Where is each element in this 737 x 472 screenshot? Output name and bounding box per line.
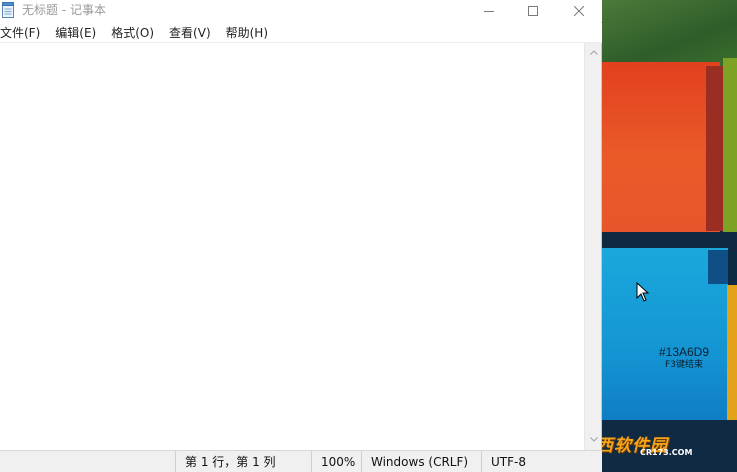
text-editor[interactable]	[0, 43, 584, 450]
minimize-button[interactable]	[466, 0, 512, 22]
color-picker-readout: #13A6D9 F3键结束	[652, 345, 716, 371]
scroll-up-button[interactable]	[585, 45, 602, 59]
notepad-icon	[2, 2, 14, 18]
close-button[interactable]	[556, 0, 602, 22]
status-zoom: 100%	[311, 451, 361, 472]
scroll-down-button[interactable]	[585, 432, 602, 446]
close-icon	[574, 6, 584, 16]
wallpaper-yellow-tile	[723, 58, 737, 233]
title-bar[interactable]: 无标题 - 记事本	[0, 0, 602, 22]
minimize-icon	[484, 11, 494, 12]
maximize-icon	[528, 6, 538, 16]
scroll-up-icon	[589, 49, 598, 55]
wallpaper-blue-side	[708, 250, 728, 284]
status-line-ending: Windows (CRLF)	[361, 451, 481, 472]
menu-file[interactable]: 文件(F)	[0, 23, 40, 42]
scroll-down-icon	[589, 436, 598, 442]
menu-help[interactable]: 帮助(H)	[226, 23, 268, 42]
menu-format[interactable]: 格式(O)	[111, 23, 154, 42]
mouse-cursor-icon	[636, 282, 650, 302]
status-bar: 第 1 行，第 1 列 100% Windows (CRLF) UTF-8	[0, 450, 602, 472]
window-title: 无标题 - 记事本	[22, 3, 106, 17]
notepad-window: 无标题 - 记事本 文件(F) 编辑(E) 格式(O) 查看(V) 帮助(H) …	[0, 0, 602, 472]
status-encoding: UTF-8	[481, 451, 602, 472]
text-editor-area[interactable]	[0, 43, 584, 450]
desktop-wallpaper	[600, 0, 737, 472]
status-cursor-position: 第 1 行，第 1 列	[175, 451, 311, 472]
maximize-button[interactable]	[510, 0, 556, 22]
wallpaper-red-tile	[600, 62, 720, 234]
wallpaper-orange-tile	[727, 285, 737, 435]
menu-edit[interactable]: 编辑(E)	[55, 23, 96, 42]
vertical-scrollbar[interactable]	[584, 43, 601, 450]
wallpaper-green-tile	[600, 0, 737, 70]
menu-view[interactable]: 查看(V)	[169, 23, 211, 42]
color-picker-hint: F3键结束	[665, 360, 703, 370]
watermark-subtext: CR173.COM	[640, 448, 693, 457]
color-hex-value: #13A6D9	[658, 345, 710, 359]
menu-bar: 文件(F) 编辑(E) 格式(O) 查看(V) 帮助(H)	[0, 23, 602, 43]
